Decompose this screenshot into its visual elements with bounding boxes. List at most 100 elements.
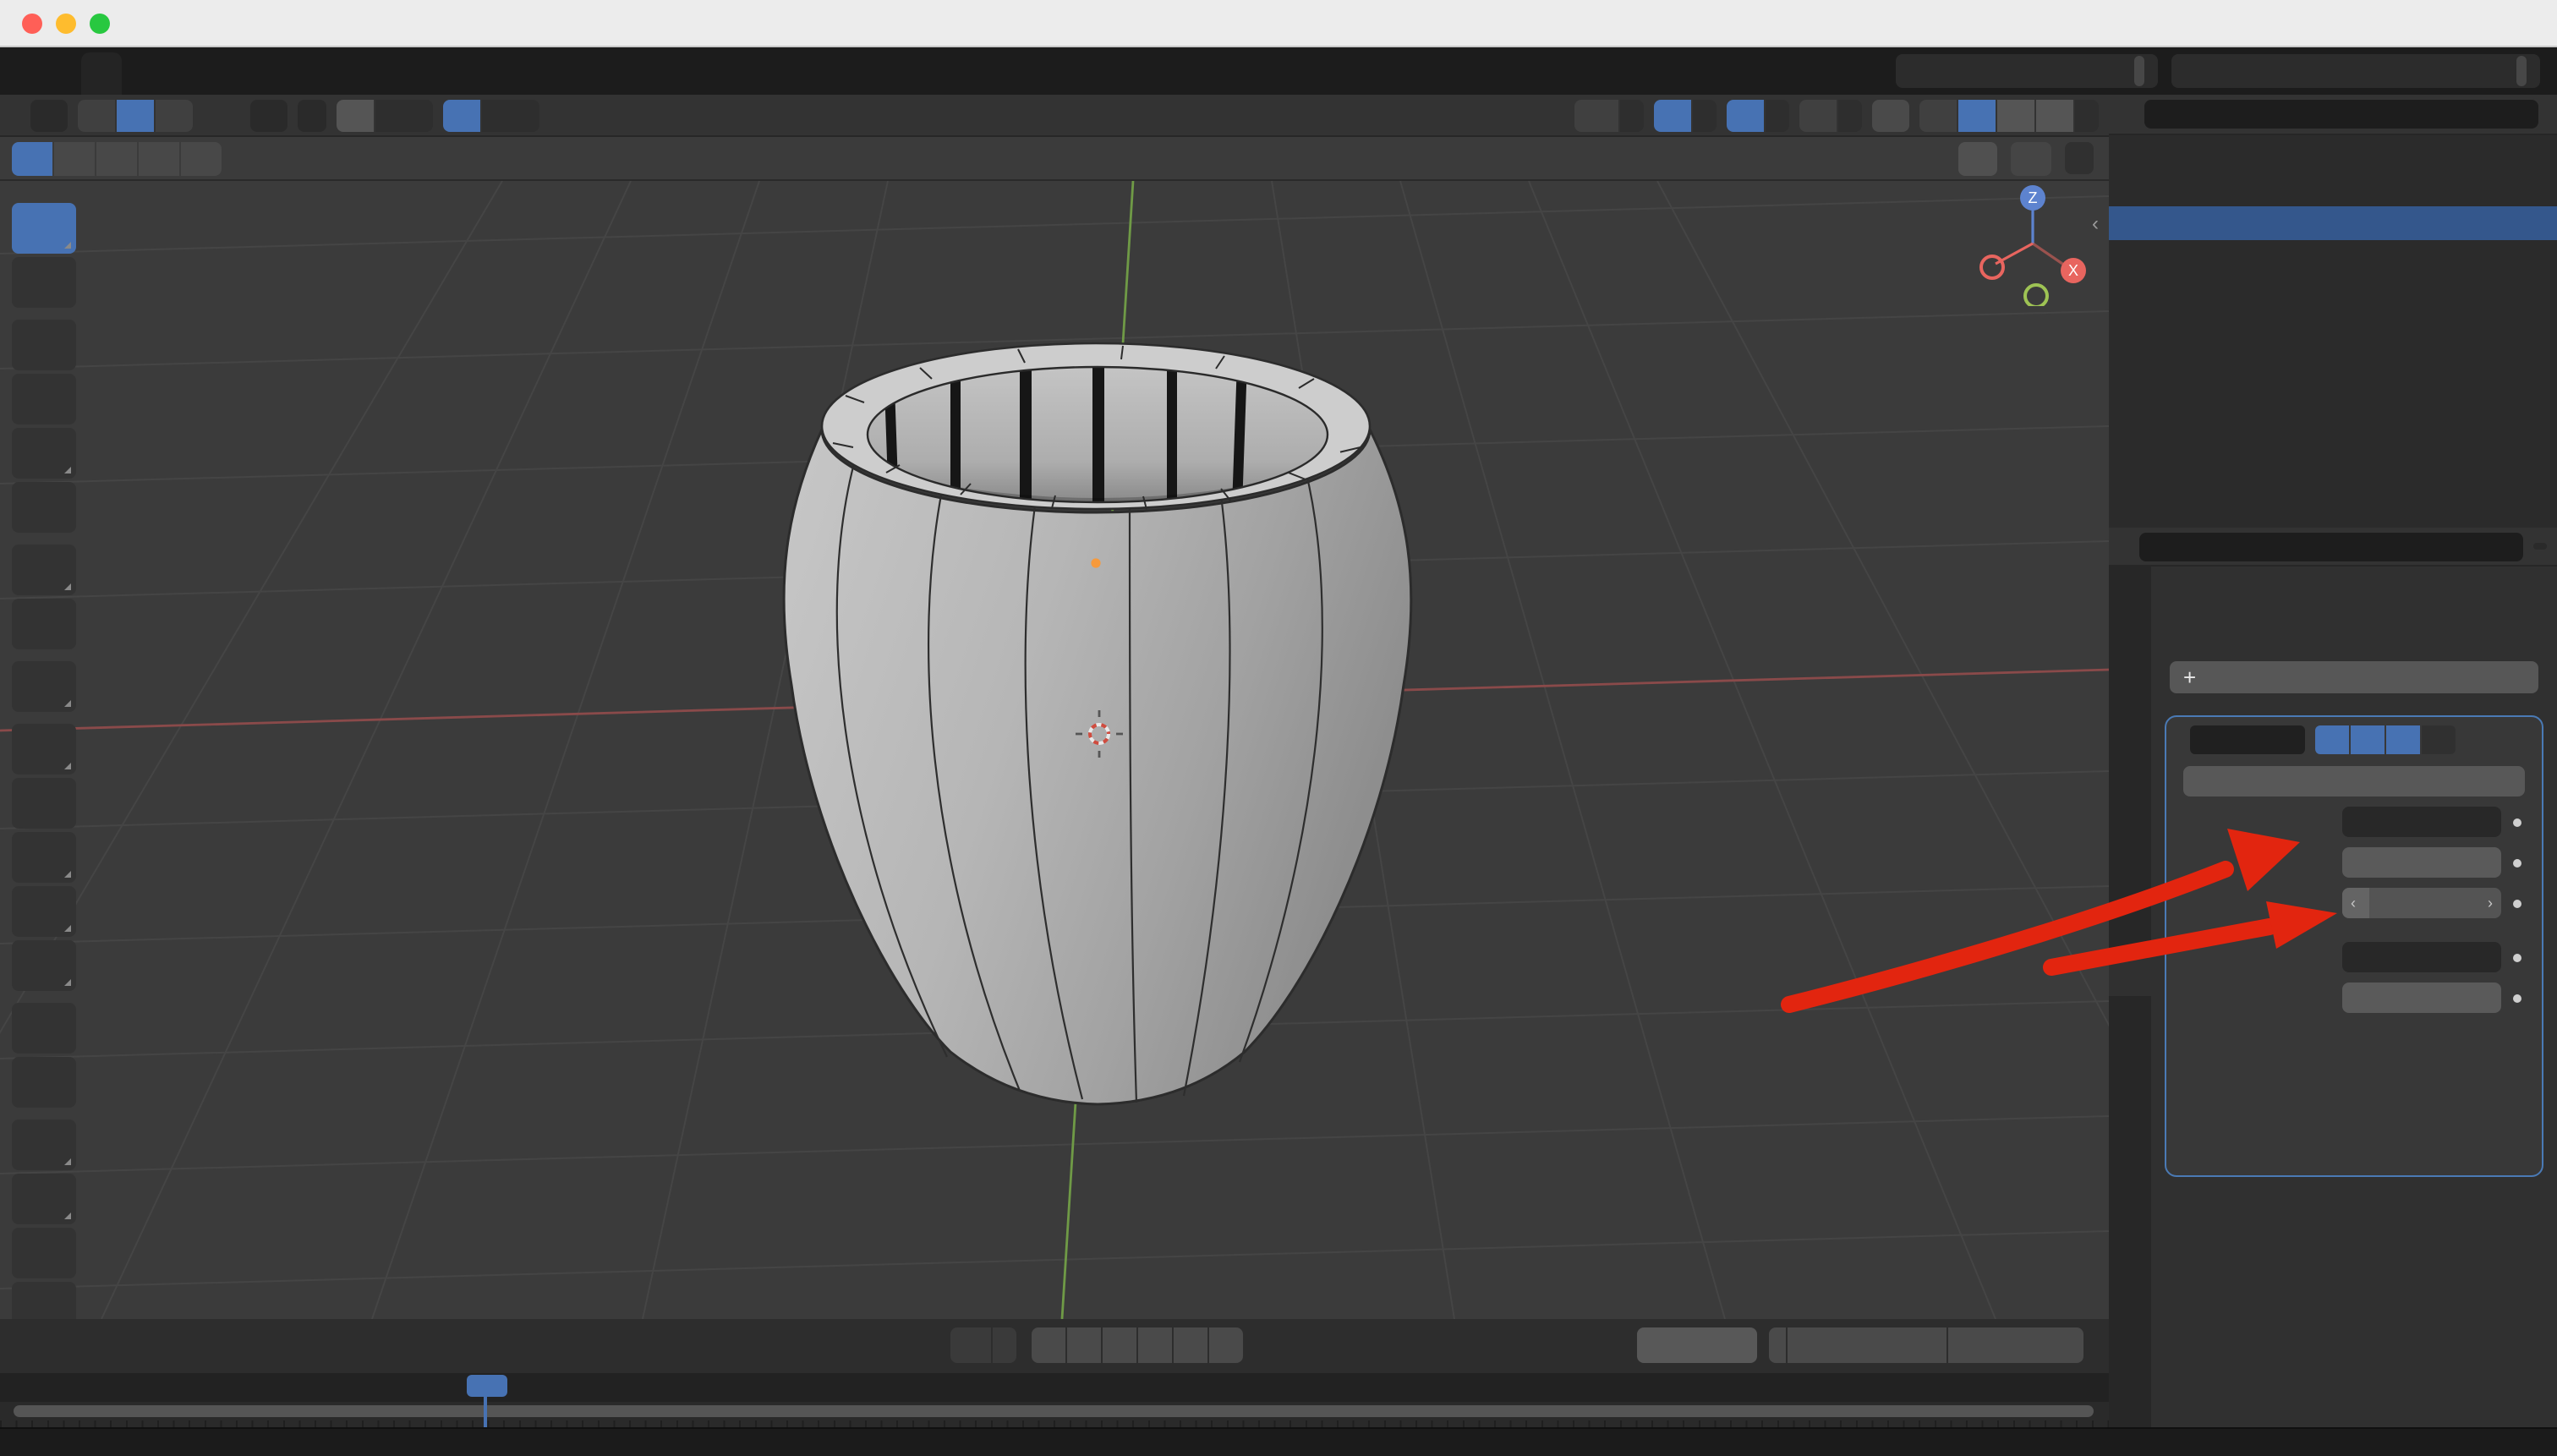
tab-tool[interactable] [2109, 567, 2151, 610]
new-scene-button[interactable] [2134, 56, 2144, 86]
select-subtract-button[interactable] [96, 141, 137, 175]
scene-selector[interactable] [1896, 54, 2158, 88]
chevron-down-icon[interactable] [993, 1327, 1016, 1363]
timeline-scrollbar[interactable] [14, 1405, 2094, 1417]
pivot-point-dropdown[interactable] [298, 99, 326, 131]
add-cube-tool[interactable] [12, 661, 76, 712]
loop-cut-tool[interactable] [12, 886, 76, 937]
width-type-dropdown[interactable] [2342, 807, 2501, 837]
bevel-tool[interactable] [12, 832, 76, 883]
shrink-fatten-tool[interactable] [12, 1228, 76, 1278]
measure-tool[interactable] [12, 599, 76, 649]
shear-tool[interactable] [12, 1282, 76, 1319]
object-visibility-dropdown[interactable] [1574, 99, 1618, 131]
ruler-tick[interactable] [34, 1373, 112, 1402]
timeline-ruler[interactable] [0, 1373, 2109, 1402]
animate-dot[interactable] [2513, 953, 2521, 961]
outliner-search[interactable] [2144, 100, 2538, 129]
viewport-3d[interactable]: Z X ‹ [0, 181, 2109, 1319]
viewlayer-selector[interactable] [2171, 54, 2540, 88]
viewport-ortho-button[interactable] [2056, 501, 2094, 538]
mirror-axis-button[interactable] [1958, 141, 1997, 175]
chevron-down-icon[interactable] [2075, 99, 2099, 131]
transform-tool[interactable] [12, 482, 76, 533]
vertex-select-mode-button[interactable] [78, 99, 115, 131]
toggle-xray-button[interactable] [1872, 99, 1909, 131]
filter-dropdown[interactable] [2533, 543, 2547, 550]
outliner-row-torus[interactable] [2109, 206, 2557, 240]
use-preview-range-toggle[interactable] [1769, 1327, 1786, 1363]
outliner-row-cylinder[interactable] [2109, 240, 2557, 274]
zoom-window-button[interactable] [90, 14, 110, 34]
select-extend-button[interactable] [54, 141, 95, 175]
animate-dot[interactable] [2513, 899, 2521, 907]
snap-settings-dropdown[interactable] [375, 99, 433, 131]
material-preview-shading-button[interactable] [1997, 99, 2034, 131]
start-frame-field[interactable] [1788, 1327, 1946, 1363]
rotate-tool[interactable] [12, 374, 76, 424]
show-gizmo-toggle[interactable] [1654, 99, 1691, 131]
transform-correction-button[interactable] [2011, 141, 2051, 175]
auto-keying-toggle[interactable] [950, 1327, 991, 1363]
tab-constraints[interactable] [2109, 1084, 2151, 1128]
edge-slide-tool[interactable] [12, 1174, 76, 1224]
tab-object[interactable] [2109, 908, 2151, 952]
animate-dot[interactable] [2513, 993, 2521, 1002]
inset-faces-tool[interactable] [12, 778, 76, 829]
options-dropdown[interactable] [2065, 142, 2094, 174]
viewport-pan-button[interactable] [2056, 397, 2094, 435]
tab-output[interactable] [2109, 671, 2151, 715]
transform-orientation-dropdown[interactable] [250, 99, 287, 131]
falloff-dropdown[interactable] [482, 99, 539, 131]
timeline-track-area[interactable] [0, 1402, 2109, 1427]
mesh-edit-overlays-button[interactable] [1799, 99, 1837, 131]
tab-view-layer[interactable] [2109, 715, 2151, 759]
display-render-toggle[interactable] [2386, 725, 2420, 754]
rendered-shading-button[interactable] [2036, 99, 2073, 131]
tab-collection[interactable] [2109, 864, 2151, 908]
solid-shading-button[interactable] [1958, 99, 1996, 131]
decrement-arrow[interactable]: ‹ [2351, 888, 2356, 918]
modifier-name-field[interactable] [2190, 725, 2305, 754]
wireframe-shading-button[interactable] [1919, 99, 1957, 131]
select-set-button[interactable] [12, 141, 52, 175]
outliner-row-collection[interactable] [2109, 172, 2557, 206]
tab-object-data[interactable] [2109, 1128, 2151, 1172]
jump-to-end-button[interactable] [1209, 1327, 1243, 1363]
move-tool[interactable] [12, 320, 76, 370]
display-realtime-toggle[interactable] [2351, 725, 2385, 754]
play-button[interactable] [1138, 1327, 1172, 1363]
increment-arrow[interactable]: › [2488, 888, 2493, 918]
viewport-camera-button[interactable] [2056, 450, 2094, 487]
spin-tool[interactable] [12, 1057, 76, 1108]
scale-tool[interactable] [12, 428, 76, 479]
face-select-mode-button[interactable] [156, 99, 193, 131]
new-viewlayer-button[interactable] [2516, 56, 2527, 86]
display-in-editmode-toggle[interactable] [2315, 725, 2349, 754]
minimize-window-button[interactable] [56, 14, 76, 34]
amount-field[interactable] [2342, 847, 2501, 878]
select-box-tool[interactable] [12, 203, 76, 254]
tab-world[interactable] [2109, 803, 2151, 847]
tab-material[interactable] [2109, 1172, 2151, 1216]
tab-render[interactable] [2109, 627, 2151, 671]
smooth-tool[interactable] [12, 1119, 76, 1170]
tab-scene[interactable] [2109, 759, 2151, 803]
chevron-down-icon[interactable] [1766, 99, 1789, 131]
jump-to-start-button[interactable] [1032, 1327, 1065, 1363]
extrude-region-tool[interactable] [12, 724, 76, 775]
next-keyframe-button[interactable] [1174, 1327, 1207, 1363]
region-collapse-arrow[interactable]: ‹ [2092, 211, 2099, 235]
chevron-down-icon[interactable] [1838, 99, 1862, 131]
cursor-tool[interactable] [12, 257, 76, 308]
mode-dropdown[interactable] [30, 99, 68, 131]
close-window-button[interactable] [22, 14, 42, 34]
affect-option-button[interactable] [2183, 766, 2525, 796]
select-intersect-button[interactable] [181, 141, 222, 175]
poly-build-tool[interactable] [12, 1003, 76, 1054]
playhead-line[interactable] [484, 1395, 487, 1427]
limit-method-dropdown[interactable] [2342, 942, 2501, 972]
play-reverse-button[interactable] [1103, 1327, 1136, 1363]
navigation-gizmo[interactable]: Z X [1975, 184, 2094, 306]
properties-search-input[interactable] [2156, 534, 2513, 558]
